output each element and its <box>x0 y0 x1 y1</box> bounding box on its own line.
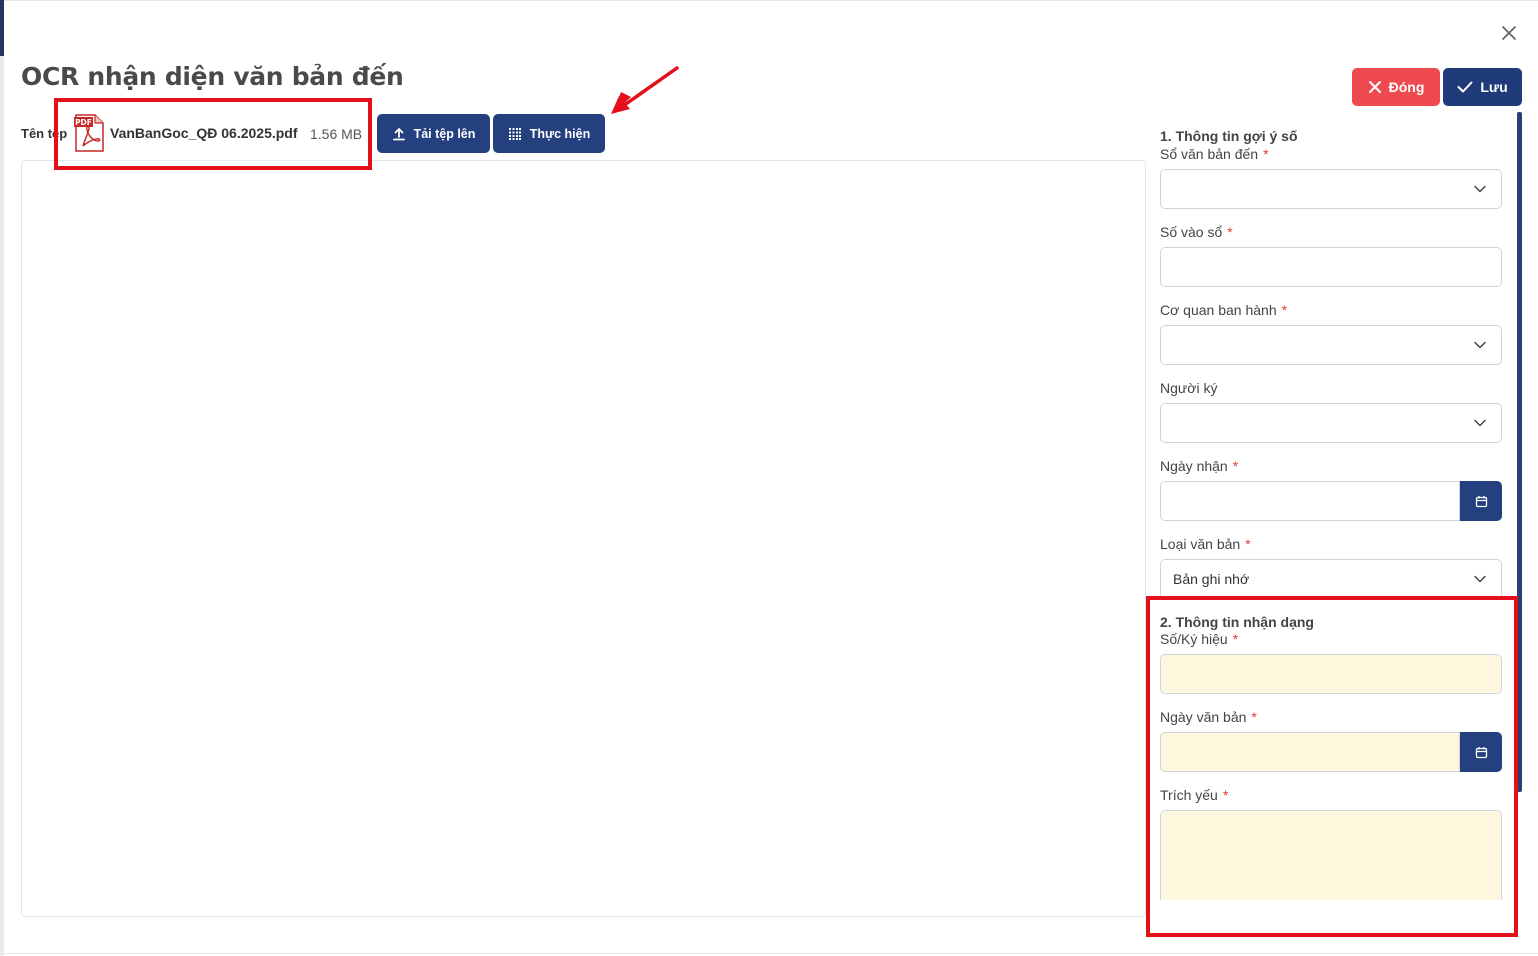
calendar-icon <box>1475 495 1487 507</box>
co-quan-ban-hanh-select[interactable] <box>1160 325 1502 365</box>
file-name: VanBanGoc_QĐ 06.2025.pdf <box>110 125 298 141</box>
check-icon <box>1457 81 1473 93</box>
chevron-down-icon <box>1474 341 1486 349</box>
close-button[interactable]: Đóng <box>1352 68 1440 106</box>
so-van-ban-den-select[interactable] <box>1160 169 1502 209</box>
close-button-label: Đóng <box>1388 79 1425 95</box>
document-viewer[interactable] <box>21 160 1146 917</box>
ngay-nhan-calendar-button[interactable] <box>1460 481 1502 521</box>
so-vao-so-input[interactable] <box>1160 247 1502 287</box>
save-button-label: Lưu <box>1480 79 1508 95</box>
so-ky-hieu-input[interactable] <box>1160 654 1502 694</box>
field-label-text: Người ký <box>1160 380 1218 396</box>
upload-button-label: Tải tệp lên <box>413 126 476 141</box>
chevron-down-icon <box>1474 185 1486 193</box>
field-label-text: Số vào sổ <box>1160 224 1223 240</box>
upload-file-button[interactable]: Tải tệp lên <box>377 114 490 153</box>
pdf-file-icon: PDF <box>74 114 104 152</box>
field-label-trich-yeu: Trích yếu * <box>1160 787 1228 803</box>
chevron-down-icon <box>1474 575 1486 583</box>
field-label-text: Ngày nhận <box>1160 458 1228 474</box>
file-size: 1.56 MB <box>310 126 363 142</box>
required-mark: * <box>1227 224 1233 240</box>
required-mark: * <box>1222 787 1229 803</box>
run-button-label: Thực hiện <box>529 126 591 141</box>
field-label-so-vao-so: Số vào sổ * <box>1160 224 1233 240</box>
run-ocr-button[interactable]: Thực hiện <box>493 114 605 153</box>
pdf-icon-text: PDF <box>75 118 92 127</box>
field-label-text: Sổ văn bản đến <box>1160 146 1259 162</box>
required-mark: * <box>1232 458 1239 474</box>
field-label-co-quan-ban-hanh: Cơ quan ban hành * <box>1160 302 1287 318</box>
save-button[interactable]: Lưu <box>1443 68 1522 106</box>
section-2-title: 2. Thông tin nhận dạng <box>1160 614 1314 630</box>
field-label-so-van-ban-den: Sổ văn bản đến * <box>1160 146 1269 162</box>
required-mark: * <box>1245 536 1251 552</box>
required-mark: * <box>1281 302 1288 318</box>
required-mark: * <box>1263 146 1269 162</box>
field-label-text: Loại văn bản <box>1160 536 1241 552</box>
field-label-text: Ngày văn bản <box>1160 709 1247 725</box>
loai-van-ban-select[interactable]: Bản ghi nhớ <box>1160 559 1502 599</box>
upload-icon <box>392 127 405 140</box>
dialog-title: OCR nhận diện văn bản đến <box>21 62 404 91</box>
field-label-text: Cơ quan ban hành <box>1160 302 1277 318</box>
field-label-ngay-van-ban: Ngày văn bản * <box>1160 709 1257 725</box>
section-1-title: 1. Thông tin gợi ý số <box>1160 128 1298 144</box>
ngay-nhan-input[interactable] <box>1160 481 1460 521</box>
chevron-down-icon <box>1474 419 1486 427</box>
nguoi-ky-select[interactable] <box>1160 403 1502 443</box>
required-mark: * <box>1232 631 1239 647</box>
select-value: Bản ghi nhớ <box>1173 571 1250 587</box>
field-label-text: Trích yếu <box>1160 787 1218 803</box>
close-icon[interactable] <box>1498 22 1520 44</box>
file-name-label: Tên tệp <box>21 126 68 141</box>
required-mark: * <box>1251 709 1257 725</box>
trich-yeu-textarea[interactable] <box>1160 810 1502 900</box>
calendar-icon <box>1475 746 1487 758</box>
ngay-van-ban-calendar-button[interactable] <box>1460 732 1502 772</box>
field-label-so-ky-hieu: Số/Ký hiệu * <box>1160 631 1238 647</box>
field-label-loai-van-ban: Loại văn bản * <box>1160 536 1251 552</box>
ngay-van-ban-input[interactable] <box>1160 732 1460 772</box>
field-label-nguoi-ky: Người ký <box>1160 380 1217 396</box>
form-scrollbar[interactable] <box>1517 112 1522 792</box>
x-icon <box>1368 81 1381 93</box>
field-label-ngay-nhan: Ngày nhận * <box>1160 458 1238 474</box>
field-label-text: Số/Ký hiệu <box>1160 631 1228 647</box>
scan-grid-icon <box>508 127 521 140</box>
